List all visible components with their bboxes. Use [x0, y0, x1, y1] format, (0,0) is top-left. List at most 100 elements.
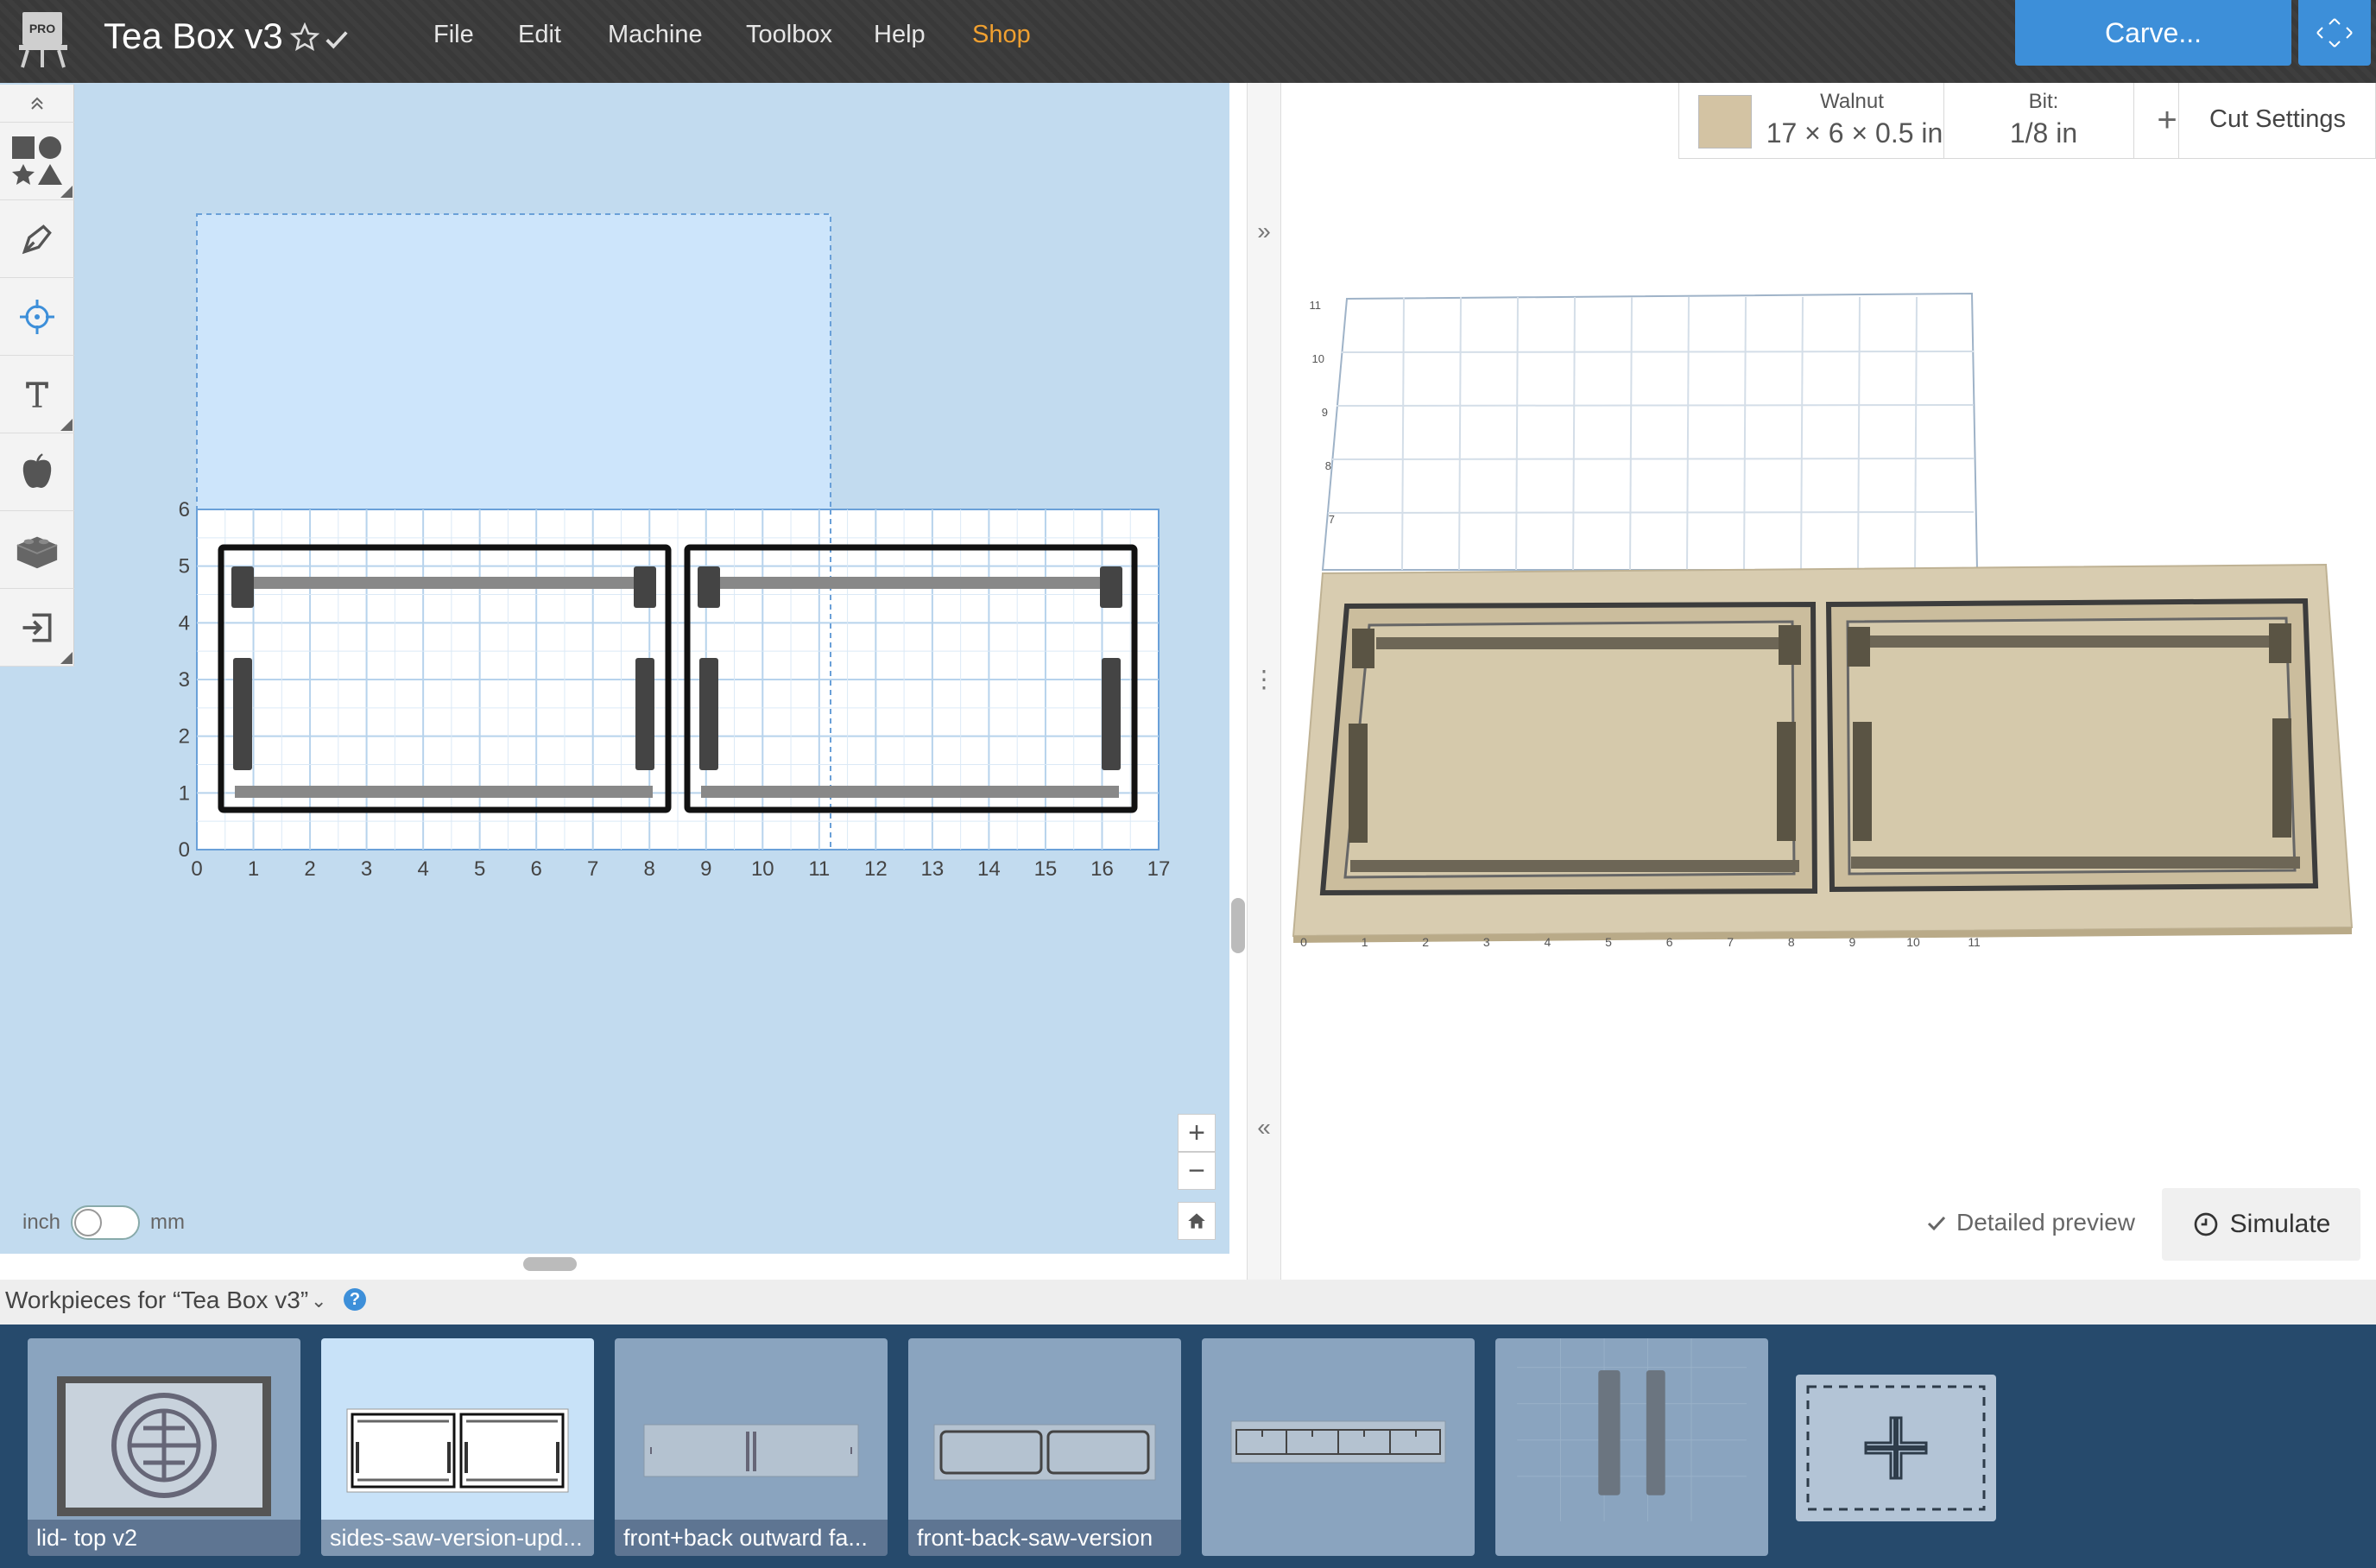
easel-logo-icon[interactable]: PRO	[16, 9, 71, 71]
shapes-icon	[12, 136, 62, 185]
help-icon[interactable]: ?	[344, 1288, 366, 1311]
document-title[interactable]: Tea Box v3	[104, 16, 283, 57]
workpiece-card[interactable]	[1495, 1338, 1768, 1556]
preview-x-tick: 10	[1906, 935, 1920, 949]
bit-value[interactable]: 1/8 in	[1975, 117, 2113, 149]
detailed-preview-toggle[interactable]: Detailed preview	[1925, 1209, 2135, 1236]
x-tick-label: 12	[864, 857, 888, 881]
import-tool[interactable]	[0, 589, 74, 667]
zoom-out-button[interactable]: −	[1178, 1152, 1216, 1190]
x-tick-label: 0	[191, 857, 202, 881]
vertical-scrollbar[interactable]	[1231, 898, 1245, 953]
menu-machine[interactable]: Machine	[608, 21, 703, 49]
x-axis-ticks: 0 1 2 3 4 5 6 7 8 9 10 11 12 13 14 15 16 17	[191, 857, 1170, 881]
x-tick-label: 8	[644, 857, 655, 881]
x-tick-label: 3	[361, 857, 372, 881]
unit-inch-label: inch	[22, 1211, 61, 1234]
workpiece-card[interactable]: front-back-saw-version	[908, 1338, 1181, 1556]
slot-top-left[interactable]	[235, 577, 656, 589]
preview-x-tick: 5	[1605, 935, 1612, 949]
preview-x-tick: 2	[1422, 935, 1429, 949]
workpiece-thumbnail	[643, 1424, 859, 1477]
apps-tool[interactable]	[0, 511, 74, 589]
preview-y-tick: 10	[1312, 352, 1324, 365]
shapes-tool[interactable]	[0, 123, 74, 200]
collapse-toolbar-button[interactable]	[0, 85, 74, 123]
x-tick-label: 4	[417, 857, 428, 881]
preview-x-tick: 1	[1362, 935, 1368, 949]
menu-toolbox[interactable]: Toolbox	[746, 21, 832, 49]
workpiece-thumbnail	[346, 1408, 569, 1493]
preview-y-tick: 8	[1325, 459, 1331, 472]
design-canvas[interactable]: 0 1 2 3 4 5 6 7 8 9 10 11 12 13 14 15 16 17 0123456	[0, 83, 1229, 1254]
tab-top-right-b[interactable]	[1100, 566, 1122, 608]
design-grid[interactable]: 0 1 2 3 4 5 6 7 8 9 10 11 12 13 14 15 16 17 0123456	[0, 83, 1229, 1254]
menu-file[interactable]: File	[433, 21, 474, 49]
workpiece-card[interactable]: front+back outward fa...	[615, 1338, 888, 1556]
menu-edit[interactable]: Edit	[518, 21, 561, 49]
horizontal-scrollbar[interactable]	[523, 1257, 577, 1271]
x-tick-label: 17	[1147, 857, 1171, 881]
preview-3d[interactable]: 7 8 9 10 11 0 1 2 3 4 5 6 7 8 9 10 11	[1281, 83, 2376, 1280]
x-tick-label: 13	[921, 857, 945, 881]
pen-tool[interactable]	[0, 200, 74, 278]
material-swatch[interactable]	[1698, 95, 1752, 149]
collapse-left-icon[interactable]: «	[1250, 1114, 1278, 1141]
preview-y-tick: 7	[1329, 513, 1335, 526]
workpieces-title[interactable]: Workpieces for “Tea Box v3”	[5, 1287, 308, 1314]
slot-side-right-a[interactable]	[699, 658, 718, 770]
unit-switch[interactable]	[71, 1205, 141, 1240]
fullscreen-button[interactable]	[2298, 0, 2371, 66]
drag-handle-icon[interactable]: ⋮	[1250, 665, 1278, 692]
text-tool[interactable]	[0, 356, 74, 433]
collapse-right-icon[interactable]: »	[1250, 218, 1278, 245]
preview-y-tick: 9	[1322, 406, 1328, 419]
cut-settings-button[interactable]: Cut Settings	[2178, 105, 2376, 134]
carve-button[interactable]: Carve...	[2015, 0, 2291, 66]
y-tick-label: 5	[179, 555, 190, 579]
menu-shop[interactable]: Shop	[972, 21, 1031, 49]
text-icon	[26, 381, 48, 408]
lego-brick-icon	[16, 536, 58, 568]
tab-top-left-a[interactable]	[231, 566, 254, 608]
add-workpiece-button[interactable]	[1796, 1375, 1996, 1521]
home-view-button[interactable]	[1178, 1202, 1216, 1240]
slot-bottom-right[interactable]	[701, 786, 1119, 798]
preview-x-tick: 9	[1849, 935, 1856, 949]
x-tick-label: 16	[1090, 857, 1114, 881]
material-name[interactable]: Walnut	[1766, 90, 1938, 114]
slot-side-left-b[interactable]	[635, 658, 654, 770]
workpiece-thumbnail	[57, 1376, 271, 1516]
workpiece-card[interactable]: sides-saw-version-upd...	[321, 1338, 594, 1556]
tab-top-left-b[interactable]	[634, 566, 656, 608]
slot-side-right-b[interactable]	[1102, 658, 1121, 770]
workpiece-card[interactable]: lid- top v2	[28, 1338, 300, 1556]
workpiece-label: lid- top v2	[28, 1520, 300, 1556]
preview-x-tick: 11	[1968, 935, 1981, 949]
slot-bottom-left[interactable]	[235, 786, 653, 798]
material-panel: Walnut 17 × 6 × 0.5 in Bit: 1/8 in + Cut…	[1678, 83, 2376, 159]
icons-tool[interactable]	[0, 433, 74, 511]
app-window: PRO Tea Box v3 File Edit Machine Toolbox…	[0, 0, 2376, 1568]
pen-icon	[22, 224, 52, 254]
menu-help[interactable]: Help	[874, 21, 926, 49]
preview-x-tick: 4	[1545, 935, 1551, 949]
unit-toggle[interactable]: inch mm	[22, 1205, 185, 1240]
material-dimensions[interactable]: 17 × 6 × 0.5 in	[1757, 117, 1952, 149]
zoom-in-button[interactable]: +	[1178, 1114, 1216, 1152]
slot-top-right[interactable]	[701, 577, 1122, 589]
x-tick-label: 2	[304, 857, 315, 881]
workpiece-card[interactable]	[1202, 1338, 1475, 1556]
slot-side-left-a[interactable]	[233, 658, 252, 770]
chevron-down-icon[interactable]: ⌄	[311, 1290, 326, 1312]
preview-x-tick: 6	[1666, 935, 1673, 949]
simulate-button[interactable]: Simulate	[2162, 1188, 2360, 1261]
tab-top-right-a[interactable]	[698, 566, 720, 608]
x-tick-label: 9	[700, 857, 711, 881]
x-tick-label: 1	[248, 857, 259, 881]
star-icon[interactable]	[289, 22, 320, 52]
preview-x-tick: 3	[1483, 935, 1490, 949]
x-tick-label: 14	[977, 857, 1001, 881]
point-tool[interactable]	[0, 278, 74, 356]
y-tick-label: 0	[179, 838, 190, 862]
